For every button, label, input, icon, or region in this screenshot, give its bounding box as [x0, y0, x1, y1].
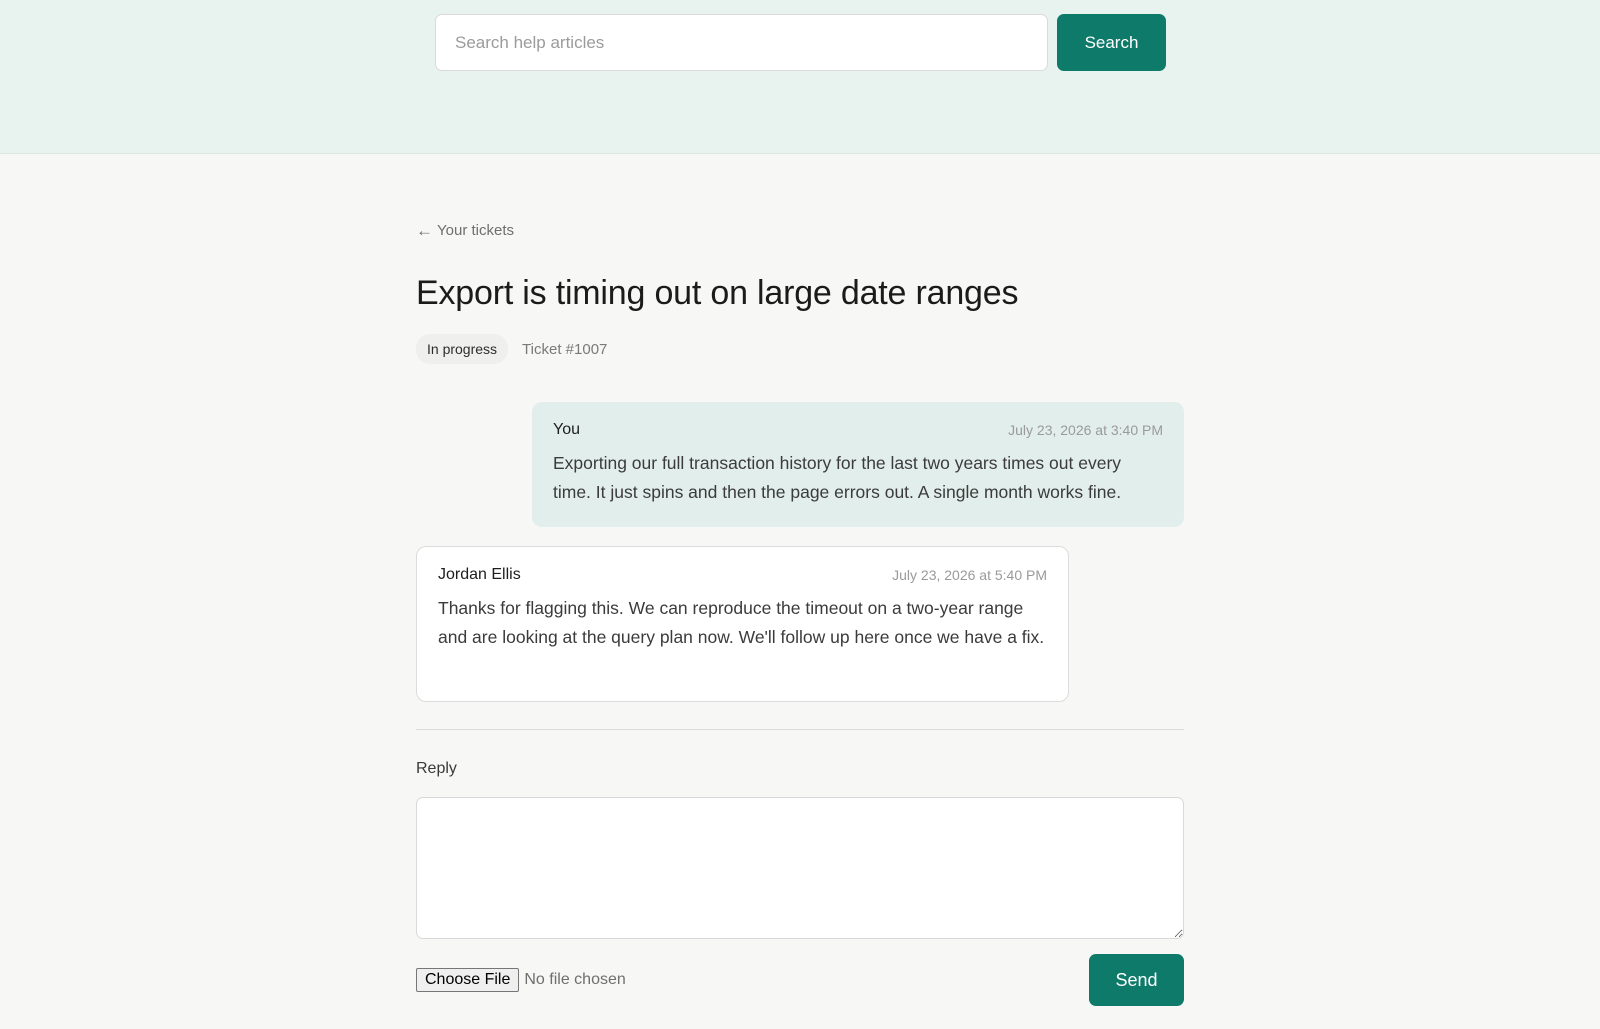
- message-author: Jordan Ellis: [438, 566, 521, 583]
- ticket-meta: In progress Ticket #1007: [416, 334, 607, 364]
- arrow-left-icon: ←: [416, 221, 433, 240]
- message-header: You July 23, 2026 at 3:40 PM: [553, 421, 1163, 439]
- message-header: Jordan Ellis July 23, 2026 at 5:40 PM: [438, 566, 1047, 584]
- send-button[interactable]: Send: [1089, 954, 1184, 1006]
- message-own: You July 23, 2026 at 3:40 PM Exporting o…: [532, 402, 1184, 527]
- message-timestamp: July 23, 2026 at 3:40 PM: [1008, 422, 1163, 438]
- file-status: No file chosen: [524, 971, 626, 988]
- message-body: Thanks for flagging this. We can reprodu…: [438, 598, 1045, 647]
- search-input[interactable]: [435, 14, 1048, 71]
- ticket-number: Ticket #1007: [522, 340, 608, 358]
- reply-label: Reply: [416, 760, 457, 777]
- divider: [416, 729, 1184, 730]
- reply-textarea[interactable]: [416, 797, 1184, 939]
- message-body: Exporting our full transaction history f…: [553, 453, 1122, 502]
- message-timestamp: July 23, 2026 at 5:40 PM: [892, 567, 1047, 583]
- back-to-tickets-link[interactable]: ← Your tickets: [416, 222, 514, 239]
- choose-file-button[interactable]: Choose File: [416, 968, 520, 992]
- file-attachment: Choose File No file chosen: [416, 968, 626, 992]
- back-link-label: Your tickets: [437, 222, 514, 239]
- message-author: You: [553, 421, 580, 438]
- search-button[interactable]: Search: [1057, 14, 1166, 71]
- status-badge: In progress: [416, 334, 509, 364]
- page-title: Export is timing out on large date range…: [416, 274, 1019, 312]
- message-agent: Jordan Ellis July 23, 2026 at 5:40 PM Th…: [416, 546, 1069, 702]
